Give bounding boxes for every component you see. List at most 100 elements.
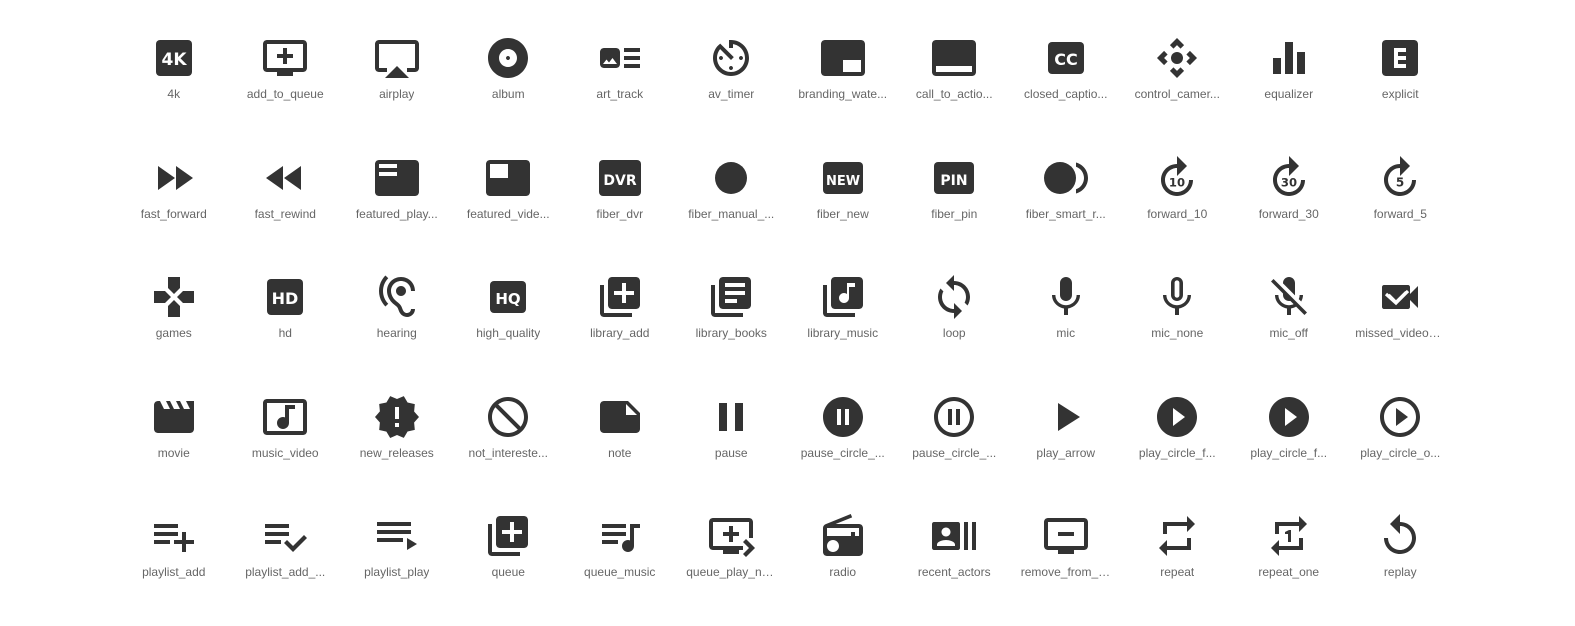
icon-label: high_quality	[476, 326, 541, 340]
icon-tile-play-circle-filled-white[interactable]: play_circle_f...	[1233, 387, 1345, 507]
icon-tile-library-books[interactable]: library_books	[676, 267, 788, 387]
icon-label: fast_rewind	[254, 206, 316, 221]
icon-tile-queue-play-next[interactable]: queue_play_ne...	[676, 506, 788, 626]
featured-video-icon	[484, 154, 532, 202]
icon-tile-remove-from-queue[interactable]: remove_from_q...	[1010, 506, 1122, 626]
svg-text:NEW: NEW	[826, 174, 860, 189]
icon-grid: 4K 4k add_to_queue airplay album art_track av_…	[118, 28, 1456, 626]
icon-tile-fast-forward[interactable]: fast_forward	[118, 148, 230, 268]
icon-tile-library-music[interactable]: library_music	[787, 267, 899, 387]
mic-icon	[1042, 273, 1090, 321]
svg-text:HD: HD	[272, 289, 299, 308]
icon-label: mic	[1056, 326, 1076, 340]
fiber-pin-icon: PIN	[930, 154, 978, 202]
icon-tile-fiber-manual-record[interactable]: fiber_manual_...	[676, 148, 788, 268]
icon-tile-note[interactable]: note	[564, 387, 676, 507]
icon-tile-playlist-add[interactable]: playlist_add	[118, 506, 230, 626]
icon-label: equalizer	[1264, 87, 1314, 101]
icon-tile-queue-music[interactable]: queue_music	[564, 506, 676, 626]
icon-tile-fiber-new[interactable]: NEW fiber_new	[787, 148, 899, 268]
icon-label: fiber_smart_r...	[1025, 206, 1106, 221]
icon-tile-equalizer[interactable]: equalizer	[1233, 28, 1345, 148]
icon-tile-loop[interactable]: loop	[899, 267, 1011, 387]
icon-tile-movie[interactable]: movie	[118, 387, 230, 507]
icon-tile-branding-watermark[interactable]: branding_wate...	[787, 28, 899, 148]
4k-icon: 4K	[150, 34, 198, 82]
icon-tile-fiber-pin[interactable]: PIN fiber_pin	[899, 148, 1011, 268]
icon-tile-fast-rewind[interactable]: fast_rewind	[230, 148, 342, 268]
svg-text:HQ: HQ	[496, 290, 521, 308]
icon-tile-featured-video[interactable]: featured_vide...	[453, 148, 565, 268]
icon-tile-mic-none[interactable]: mic_none	[1122, 267, 1234, 387]
music-video-icon	[261, 393, 309, 441]
icon-tile-fiber-dvr[interactable]: DVR fiber_dvr	[564, 148, 676, 268]
icon-tile-hearing[interactable]: hearing	[341, 267, 453, 387]
forward-30-icon: 30	[1265, 154, 1313, 202]
icon-label: movie	[157, 445, 190, 460]
recent-actors-icon	[930, 512, 978, 560]
note-icon	[596, 393, 644, 441]
icon-tile-pause-circle-filled[interactable]: pause_circle_...	[787, 387, 899, 507]
icon-tile-featured-play-list[interactable]: featured_play...	[341, 148, 453, 268]
icon-tile-playlist-play[interactable]: playlist_play	[341, 506, 453, 626]
icon-tile-forward-5[interactable]: 5 forward_5	[1345, 148, 1457, 268]
icon-tile-fiber-smart-record[interactable]: fiber_smart_r...	[1010, 148, 1122, 268]
icon-label: fiber_pin	[931, 206, 978, 221]
icon-label: new_releases	[359, 445, 434, 460]
svg-text:PIN: PIN	[941, 173, 968, 189]
icon-label: replay	[1383, 565, 1417, 579]
icon-label: playlist_play	[364, 565, 430, 579]
icon-label: featured_vide...	[466, 206, 550, 221]
icon-tile-new-releases[interactable]: new_releases	[341, 387, 453, 507]
icon-tile-playlist-add-check[interactable]: playlist_add_...	[230, 506, 342, 626]
icon-tile-high-quality[interactable]: HQ high_quality	[453, 267, 565, 387]
icon-label: call_to_actio...	[915, 87, 993, 101]
icon-tile-explicit[interactable]: explicit	[1345, 28, 1457, 148]
icon-tile-missed-video-call[interactable]: missed_video_...	[1345, 267, 1457, 387]
icon-tile-av-timer[interactable]: av_timer	[676, 28, 788, 148]
icon-tile-forward-10[interactable]: 10 forward_10	[1122, 148, 1234, 268]
icon-tile-mic-off[interactable]: mic_off	[1233, 267, 1345, 387]
icon-tile-play-arrow[interactable]: play_arrow	[1010, 387, 1122, 507]
high-quality-icon: HQ	[484, 273, 532, 321]
icon-label: 4k	[167, 87, 181, 101]
icon-tile-forward-30[interactable]: 30 forward_30	[1233, 148, 1345, 268]
pause-circle-outline-icon	[930, 393, 978, 441]
icon-label: control_camer...	[1134, 87, 1220, 101]
icon-tile-pause[interactable]: pause	[676, 387, 788, 507]
icon-tile-4k[interactable]: 4K 4k	[118, 28, 230, 148]
icon-tile-mic[interactable]: mic	[1010, 267, 1122, 387]
icon-tile-replay[interactable]: replay	[1345, 506, 1457, 626]
icon-label: radio	[829, 565, 857, 579]
icon-tile-recent-actors[interactable]: recent_actors	[899, 506, 1011, 626]
icon-tile-art-track[interactable]: art_track	[564, 28, 676, 148]
icon-tile-library-add[interactable]: library_add	[564, 267, 676, 387]
icon-label: play_circle_f...	[1138, 445, 1216, 460]
icon-tile-pause-circle-outline[interactable]: pause_circle_...	[899, 387, 1011, 507]
icon-tile-play-circle-filled[interactable]: play_circle_f...	[1122, 387, 1234, 507]
icon-label: queue	[491, 565, 525, 579]
new-releases-icon	[373, 393, 421, 441]
icon-tile-album[interactable]: album	[453, 28, 565, 148]
icon-tile-games[interactable]: games	[118, 267, 230, 387]
library-books-icon	[707, 273, 755, 321]
icon-tile-airplay[interactable]: airplay	[341, 28, 453, 148]
icon-tile-control-camera[interactable]: control_camer...	[1122, 28, 1234, 148]
icon-tile-music-video[interactable]: music_video	[230, 387, 342, 507]
icon-tile-radio[interactable]: radio	[787, 506, 899, 626]
icon-tile-closed-caption[interactable]: CC closed_captio...	[1010, 28, 1122, 148]
icon-tile-repeat[interactable]: repeat	[1122, 506, 1234, 626]
icon-label: fiber_new	[816, 206, 869, 221]
icon-tile-not-interested[interactable]: not_intereste...	[453, 387, 565, 507]
loop-icon	[930, 273, 978, 321]
icon-tile-play-circle-outline[interactable]: play_circle_o...	[1345, 387, 1457, 507]
icon-tile-call-to-action[interactable]: call_to_actio...	[899, 28, 1011, 148]
icon-tile-hd[interactable]: HD hd	[230, 267, 342, 387]
svg-text:30: 30	[1281, 175, 1297, 189]
icon-tile-queue[interactable]: queue	[453, 506, 565, 626]
pause-circle-filled-icon	[819, 393, 867, 441]
icon-label: music_video	[251, 445, 319, 460]
queue-play-next-icon	[707, 512, 756, 560]
icon-tile-add-to-queue[interactable]: add_to_queue	[230, 28, 342, 148]
icon-tile-repeat-one[interactable]: repeat_one	[1233, 506, 1345, 626]
